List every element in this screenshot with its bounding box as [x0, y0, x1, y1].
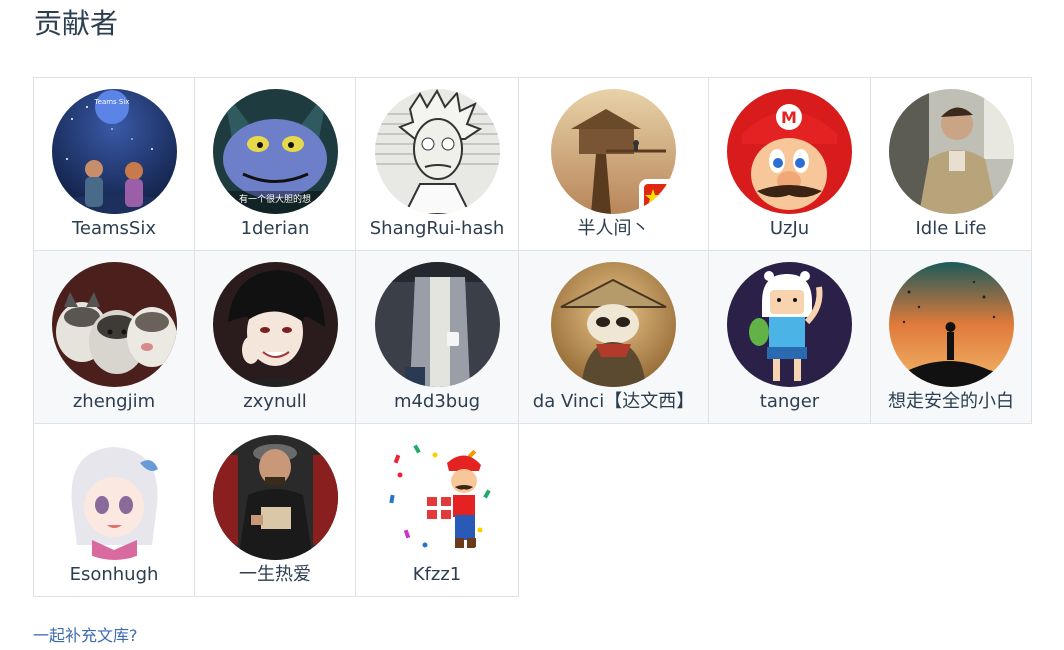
contributor-name[interactable]: Esonhugh — [70, 563, 159, 587]
finn-cartoon-icon[interactable] — [727, 262, 852, 387]
contributor-card[interactable]: Idle Life — [870, 77, 1032, 251]
contributor-name[interactable]: da Vinci【达文西】 — [533, 390, 694, 414]
contributor-name[interactable]: TeamsSix — [72, 217, 156, 241]
contribute-link[interactable]: 一起补充文库? — [33, 622, 138, 646]
empty-cell — [708, 423, 871, 597]
contributor-card[interactable]: zxynull — [194, 250, 356, 424]
contributor-name[interactable]: zhengjim — [73, 390, 155, 414]
contributor-card[interactable]: ShangRui-hash — [355, 77, 519, 251]
contributor-card[interactable]: Kfzz1 — [355, 423, 519, 597]
contributor-name[interactable]: UzJu — [770, 217, 809, 241]
contributor-card[interactable]: 想走安全的小白 — [870, 250, 1032, 424]
page-title: 贡献者 — [34, 7, 119, 40]
contributors-row: Teams Six TeamsSix 有一个很大胆的想 1derian Shan… — [33, 77, 1032, 251]
contributor-name[interactable]: tanger — [760, 390, 819, 414]
rick-cartoon-icon[interactable] — [374, 89, 500, 214]
contributors-grid: Teams Six TeamsSix 有一个很大胆的想 1derian Shan… — [33, 77, 1032, 597]
samurai-panda-icon[interactable] — [551, 262, 676, 387]
contributor-card[interactable]: Teams Six TeamsSix — [33, 77, 195, 251]
treehouse-icon[interactable] — [551, 89, 676, 214]
contributor-card[interactable]: da Vinci【达文西】 — [518, 250, 709, 424]
contributor-name[interactable]: 半人间丶 — [578, 217, 650, 241]
contributor-name[interactable]: zxynull — [243, 390, 307, 414]
empty-cell — [870, 423, 1032, 597]
empty-cell — [518, 423, 709, 597]
avatar-caption-text: 有一个很大胆的想 — [238, 193, 310, 205]
contributor-name[interactable]: m4d3bug — [394, 390, 480, 414]
anime-boy-icon[interactable] — [212, 262, 338, 387]
contributor-card[interactable]: 一生热爱 — [194, 423, 356, 597]
person-cardigan-icon[interactable] — [374, 262, 500, 387]
contributor-card[interactable]: tanger — [708, 250, 871, 424]
contributor-card[interactable]: 半人间丶 — [518, 77, 709, 251]
contributor-card[interactable]: m4d3bug — [355, 250, 519, 424]
contributors-row: Esonhugh 一生热爱 Kfzz1 — [33, 423, 1032, 597]
contributor-name[interactable]: 想走安全的小白 — [888, 390, 1014, 414]
svg-text:M: M — [781, 108, 797, 127]
cartoon-cat-icon[interactable]: 有一个很大胆的想 — [212, 89, 338, 214]
anime-girl-icon[interactable] — [51, 435, 177, 560]
mario-face-icon[interactable]: M — [727, 89, 852, 214]
man-photo-icon[interactable] — [888, 89, 1014, 214]
contributor-card[interactable]: zhengjim — [33, 250, 195, 424]
contributor-name[interactable]: ShangRui-hash — [370, 217, 505, 241]
contributor-card[interactable]: M UzJu — [708, 77, 871, 251]
mario-gift-icon[interactable] — [374, 435, 500, 560]
avatar-badge-text: Teams Six — [93, 98, 129, 106]
husky-puppies-icon[interactable] — [51, 262, 177, 387]
contributor-card[interactable]: Esonhugh — [33, 423, 195, 597]
sunset-silhouette-icon[interactable] — [888, 262, 1014, 387]
starry-night-children-icon[interactable]: Teams Six — [51, 89, 177, 214]
contributor-card[interactable]: 有一个很大胆的想 1derian — [194, 77, 356, 251]
contributors-page: 贡献者 Teams Six TeamsSix 有一个很大胆的想 1derian … — [0, 0, 1064, 650]
contributors-row: zhengjim zxynull m4d3bug da Vinci【达文西】 t… — [33, 250, 1032, 424]
man-holding-box-icon[interactable] — [212, 435, 338, 560]
contributor-name[interactable]: Kfzz1 — [413, 563, 462, 587]
contributor-name[interactable]: 1derian — [241, 217, 310, 241]
contributor-name[interactable]: 一生热爱 — [239, 563, 311, 587]
contributor-name[interactable]: Idle Life — [916, 217, 987, 241]
